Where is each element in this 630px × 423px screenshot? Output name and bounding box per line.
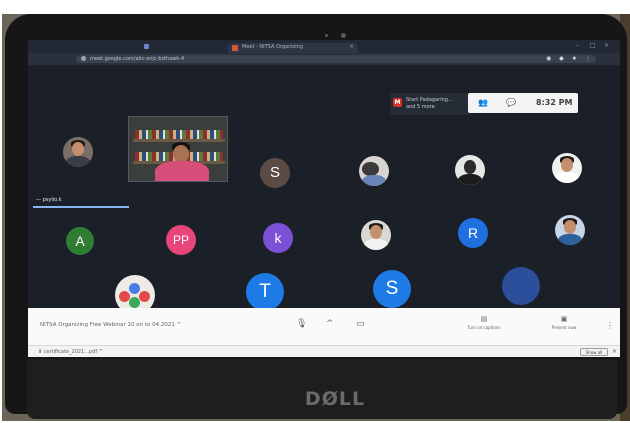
meeting-info-panel: 👥 💬 8:32 PM xyxy=(468,93,578,113)
meeting-controls-bar: NITSA Organizing Free Webinar 10 on to 0… xyxy=(28,308,620,345)
clock-time: 8:32 PM xyxy=(536,98,573,107)
hand-raise-icon[interactable]: ^ xyxy=(326,319,334,329)
participant-photo-9[interactable] xyxy=(361,220,391,250)
participant-avatar-s[interactable]: S xyxy=(260,158,290,188)
download-item[interactable]: ⬇ certificate_2021...pdf ^ xyxy=(38,349,103,355)
url-text: meet.google.com/abc-xnjc-bsthxwk-4 xyxy=(90,56,185,62)
more-options-icon[interactable]: ⋮ xyxy=(606,321,614,330)
meet-favicon-icon xyxy=(232,45,238,51)
gmail-icon: M xyxy=(393,98,402,107)
participant-avatar-k[interactable]: k xyxy=(263,223,293,253)
self-view-indicator xyxy=(33,206,129,208)
presenter-video[interactable] xyxy=(128,116,228,182)
webcam-icon xyxy=(341,33,346,38)
close-icon[interactable]: × xyxy=(612,348,617,355)
address-bar[interactable]: meet.google.com/abc-xnjc-bsthxwk-4 ◉ ◆ ★… xyxy=(76,55,596,63)
tab-title: Meet - NITSA Organizing xyxy=(242,44,304,50)
microphone-icon[interactable]: 🎙 xyxy=(296,319,307,329)
participant-photo-1[interactable] xyxy=(63,137,93,167)
webcam-indicator xyxy=(325,34,328,37)
participant-avatar-blank[interactable] xyxy=(502,267,540,305)
participant-photo-3[interactable] xyxy=(359,156,389,186)
extension-icons[interactable]: ◉ ◆ ★ ⋮ xyxy=(546,55,594,62)
bookshelf-background xyxy=(135,130,223,139)
notification-title: Start Padagaring... xyxy=(406,97,453,103)
downloads-bar: ⬇ certificate_2021...pdf ^ Show all × xyxy=(28,345,620,357)
present-now-button[interactable]: ▣ Present now xyxy=(546,315,582,330)
browser-tab-icon[interactable] xyxy=(144,44,149,49)
minimize-button[interactable]: – xyxy=(576,42,579,49)
maximize-button[interactable]: □ xyxy=(590,42,596,49)
meeting-title[interactable]: NITSA Organizing Free Webinar 10 on to 0… xyxy=(40,322,181,328)
close-window-button[interactable]: × xyxy=(604,42,609,49)
participant-avatar-s2[interactable]: S xyxy=(373,270,411,308)
laptop-brand-logo: DØLL xyxy=(304,388,366,410)
participant-avatar-a[interactable]: A xyxy=(66,227,94,255)
self-view-label: — psylio.k xyxy=(36,197,62,203)
tab-close-icon[interactable]: × xyxy=(349,43,354,50)
present-label: Present now xyxy=(551,325,577,330)
chat-icon[interactable]: 💬 xyxy=(506,98,516,107)
browser-toolbar: meet.google.com/abc-xnjc-bsthxwk-4 ◉ ◆ ★… xyxy=(28,53,620,65)
captions-label: Turn on captions xyxy=(467,325,501,330)
participant-avatar-r[interactable]: R xyxy=(458,218,488,248)
show-all-button[interactable]: Show all xyxy=(580,348,608,356)
participant-photo-4[interactable] xyxy=(455,155,485,185)
laptop-screen: Meet - NITSA Organizing × – □ × meet.goo… xyxy=(28,40,620,345)
participant-photo-5[interactable] xyxy=(552,153,582,183)
camera-icon[interactable]: ▭ xyxy=(356,319,365,329)
present-icon: ▣ xyxy=(560,315,568,323)
meet-grid: M Start Padagaring... and 5 more 👥 💬 8:3… xyxy=(28,65,620,315)
captions-icon: ▤ xyxy=(480,315,488,323)
lock-icon xyxy=(81,56,86,61)
participant-photo-11[interactable] xyxy=(555,215,585,245)
captions-button[interactable]: ▤ Turn on captions xyxy=(466,315,502,330)
participant-avatar-t[interactable]: T xyxy=(246,273,284,311)
browser-tabstrip: Meet - NITSA Organizing × – □ × xyxy=(28,40,620,53)
notification-subtitle: and 5 more xyxy=(406,104,435,110)
browser-tab-meet[interactable]: Meet - NITSA Organizing × xyxy=(228,43,358,53)
participant-avatar-pp[interactable]: PP xyxy=(166,225,196,255)
notification-card[interactable]: M Start Padagaring... and 5 more xyxy=(390,93,470,115)
people-icon[interactable]: 👥 xyxy=(478,98,488,107)
